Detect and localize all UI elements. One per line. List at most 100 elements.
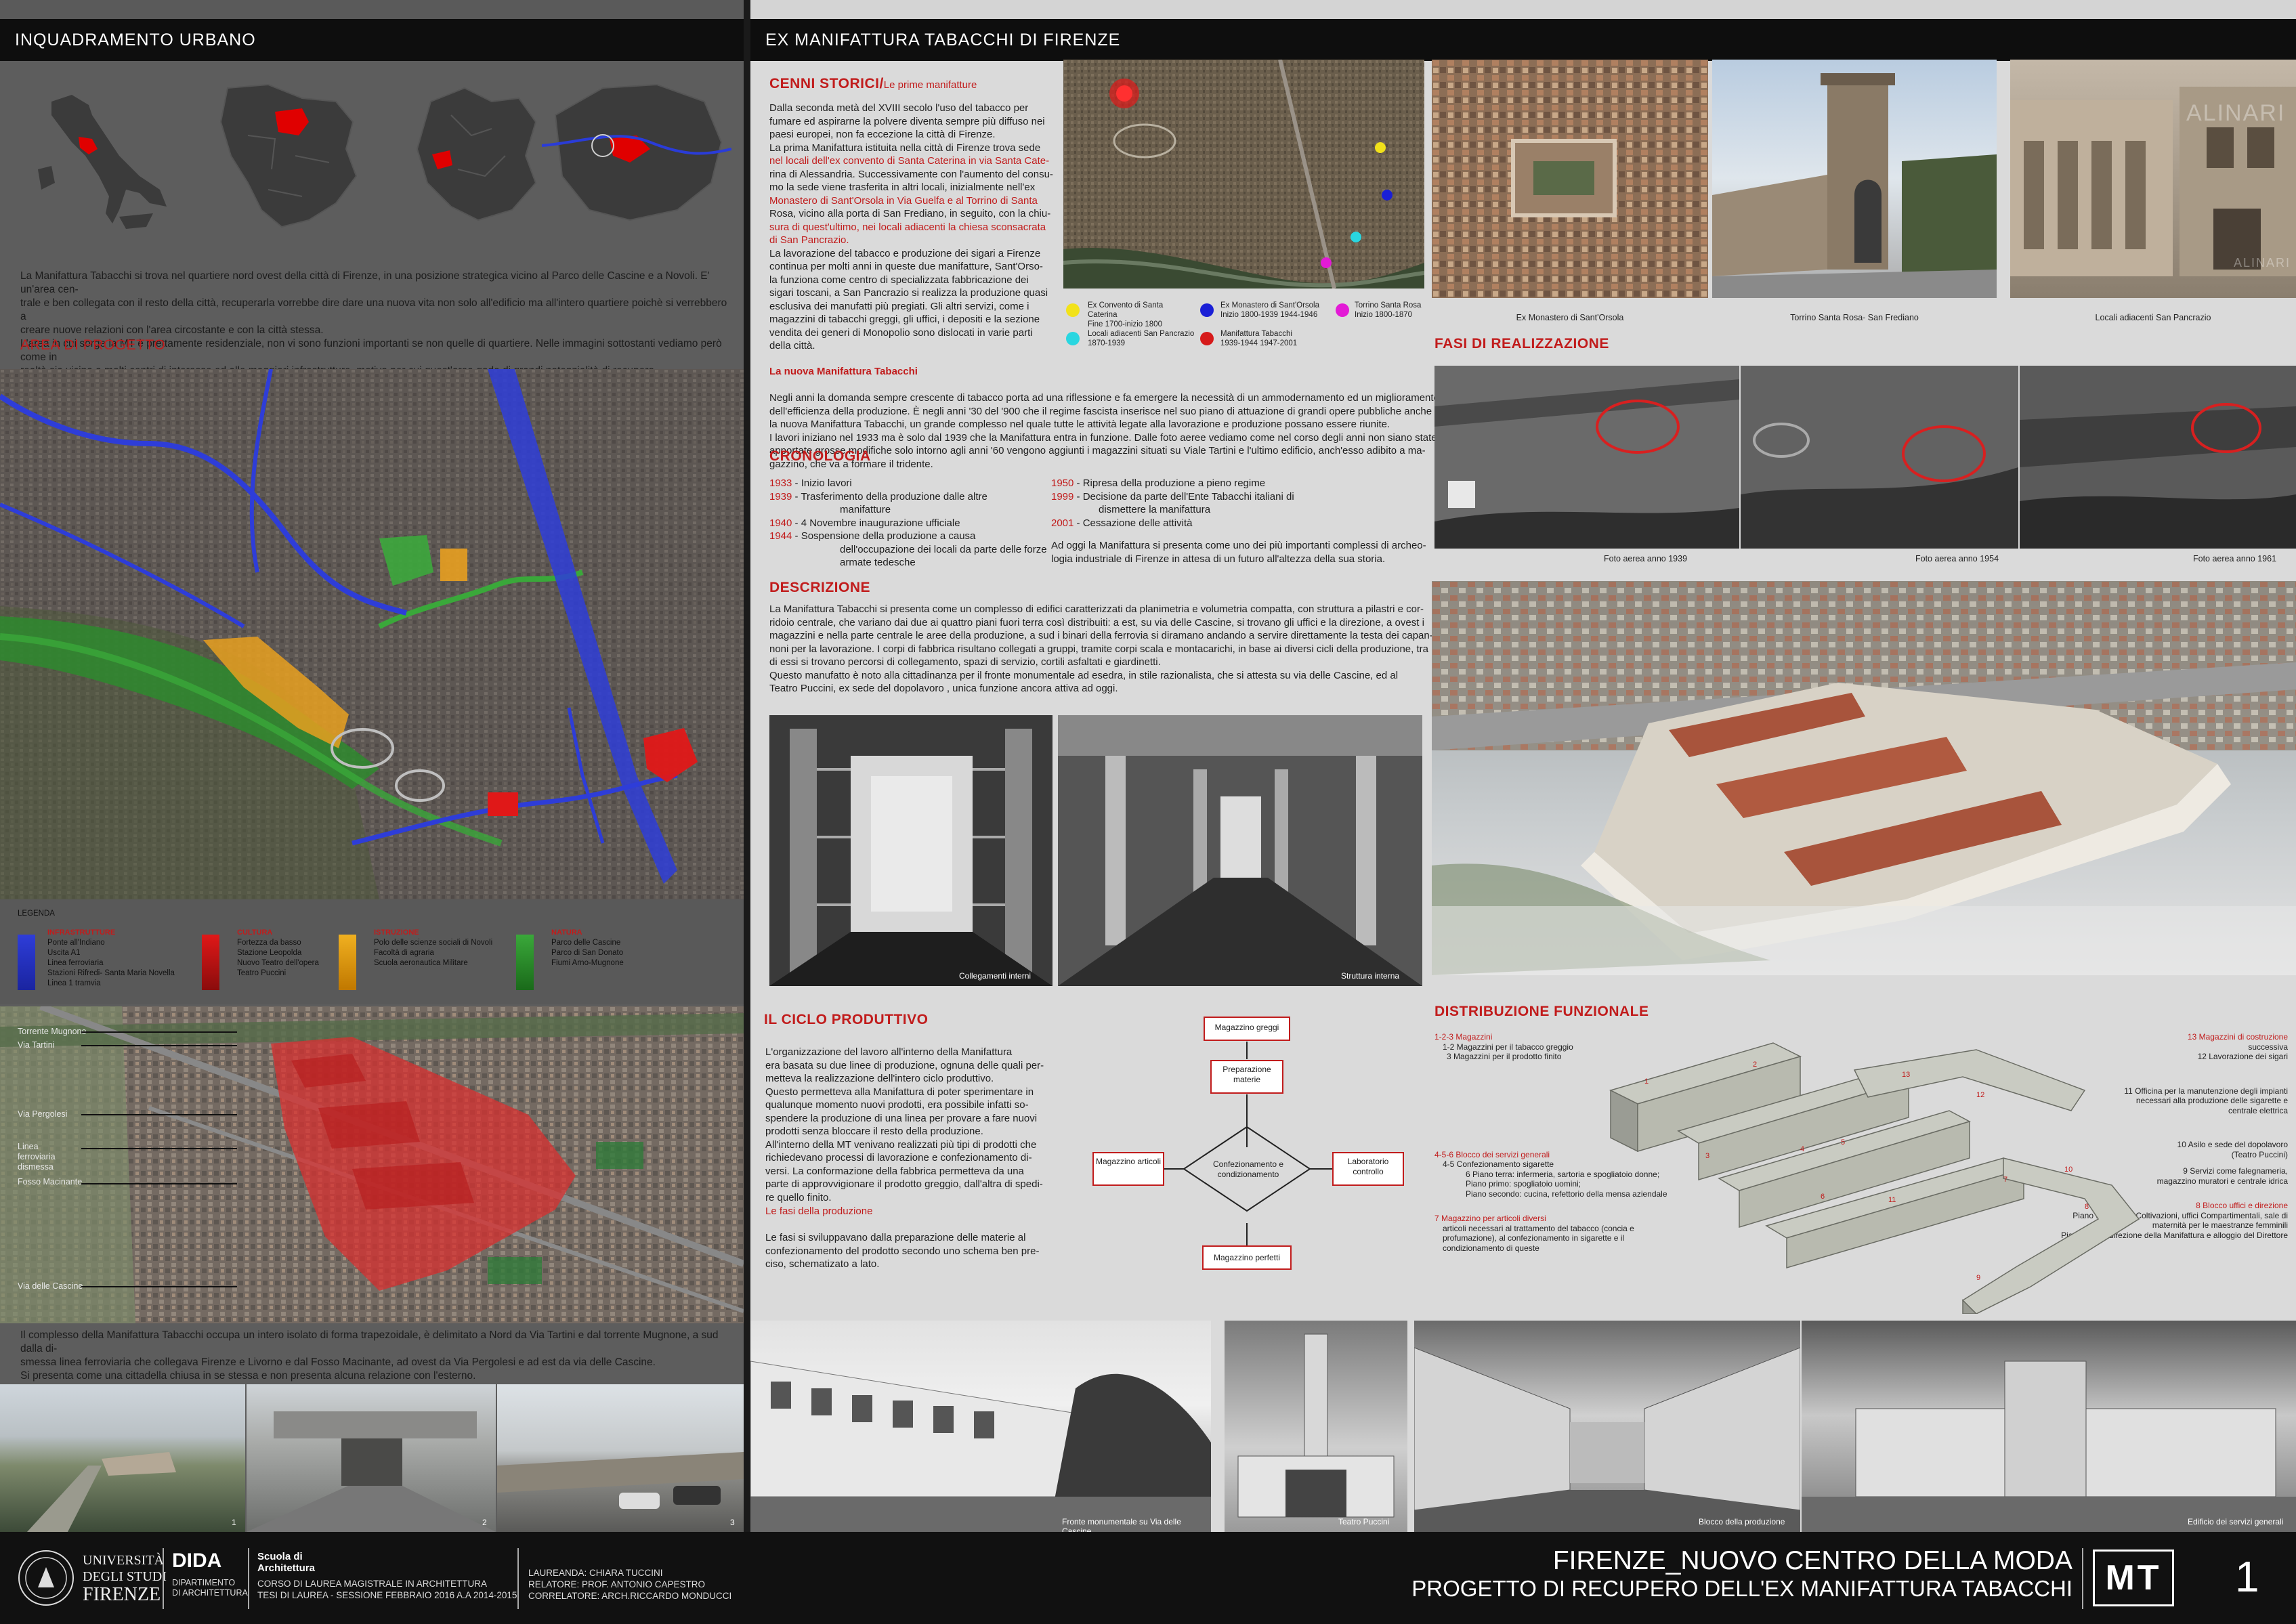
legend-dot-torrino [1336,303,1349,317]
photo-collegamenti-interni: Collegamenti interni [769,715,1053,986]
photo-servizi-generali: Edificio dei servizi generali [1802,1321,2296,1532]
svg-text:12: 12 [1976,1091,1984,1099]
intro-text: La Manifattura Tabacchi si trova nel qua… [20,270,727,377]
caption-sant-orsola: Ex Monastero di Sant'Orsola [1516,313,1624,322]
legend-santa-caterina: Ex Convento di Santa Caterina Fine 1700-i… [1088,301,1164,328]
legend-education: ISTRUZIONE Polo delle scienze sociali di… [374,928,493,967]
history-map-markers [1321,142,1393,268]
legend-dot-sant-orsola [1200,303,1214,317]
production-flow-diagram [1092,1017,1404,1270]
svg-text:11: 11 [1888,1196,1896,1204]
legend-dot-san-pancrazio [1066,332,1080,345]
legend-culture-swatch [202,935,219,990]
history-map-legend: Ex Convento di Santa Caterina Fine 1700-i… [1063,298,1424,366]
caption-struttura: Struttura interna [1341,971,1400,981]
svg-text:1: 1 [1644,1077,1649,1086]
legend-infra: INFRASTRUTTURE Ponte all'Indiano Uscita … [47,928,175,987]
svg-text:7: 7 [2003,1176,2007,1184]
legend-manifattura: Manifattura Tabacchi 1939-1944 1947-2001 [1220,330,1298,347]
svg-text:1: 1 [232,1518,236,1527]
watermark: ALINARI [2186,100,2286,126]
photo-fronte-monumentale: Fronte monumentale su Via delle Cascine [750,1321,1211,1532]
footer-divider-1 [163,1548,164,1609]
photo-blocco-produzione: Blocco della produzione [1414,1321,1800,1532]
svg-text:9: 9 [1976,1274,1980,1282]
dida-subtitle: DIPARTIMENTO DI ARCHITETTURA [172,1578,248,1598]
svg-text:2: 2 [482,1518,487,1527]
crono-right: 1950 - Ripresa della produzione a pieno … [1051,477,1294,529]
panel-separator [744,0,750,1532]
desc-title: DESCRIZIONE [769,580,871,595]
photo-sant-orsola-aerial [1432,60,1708,298]
university-name: UNIVERSITÀ DEGLI STUDI FIRENZE [83,1553,167,1605]
svg-text:13: 13 [1902,1071,1910,1079]
legend-education-swatch [339,935,356,990]
svg-text:4: 4 [1800,1145,1804,1153]
footer: UNIVERSITÀ DEGLI STUDI FIRENZE DIDA DIPA… [0,1532,2296,1624]
caption-fronte: Fronte monumentale su Via delle Cascine [1062,1517,1181,1532]
fasi-produzione-text: Le fasi si sviluppavano dalla preparazio… [765,1232,1040,1270]
site-aerial-detail: Torrente Mugnone Via Tartini Via Pergole… [0,1006,744,1323]
svg-text:5: 5 [1841,1138,1845,1147]
course-info: CORSO DI LAUREA MAGISTRALE IN ARCHITETTU… [257,1579,517,1600]
province-map [416,87,537,221]
legend-dot-manifattura [1200,332,1214,345]
legend-nature-swatch [516,935,534,990]
flow-label-perfetti: Magazzino perfetti [1213,1253,1281,1262]
label-via-pergolesi: Via Pergolesi [18,1109,68,1119]
legend-title: LEGENDA [18,910,55,918]
site-photo-bridge: 2 [247,1384,496,1532]
fasi-title: FASI DI REALIZZAZIONE [1434,336,1609,351]
svg-text:2: 2 [1753,1061,1757,1069]
crono-left: 1933 - Inizio lavori 1939 - Trasferiment… [769,477,1047,568]
legend: LEGENDA INFRASTRUTTURE Ponte all'Indiano… [0,899,744,1004]
legend-culture: CULTURA Fortezza da basso Stazione Leopo… [237,928,319,977]
urban-framework-header: INQUADRAMENTO URBANO [0,19,744,61]
aerial-1961 [2020,366,2296,549]
page-number: 1 [2235,1552,2259,1601]
credits: LAUREANDA: CHIARA TUCCINI RELATORE: PROF… [528,1568,732,1601]
svg-text:6: 6 [1821,1193,1825,1201]
label-linea-ferroviaria: Linea ferroviaria dismessa [18,1142,56,1172]
ex-manifattura-header: EX MANIFATTURA TABACCHI DI FIRENZE [750,19,2296,61]
svg-text:3: 3 [1705,1152,1709,1160]
italy-map [38,95,167,229]
flow-label-preparazione: Preparazione materie [1223,1065,1271,1084]
site-photo-canal: 1 [0,1384,245,1532]
svg-text:3: 3 [730,1518,735,1527]
legend-dot-santa-caterina [1066,303,1080,317]
label-via-tartini: Via Tartini [18,1040,55,1050]
thesis-subtitle: PROGETTO DI RECUPERO DELL'EX MANIFATTURA… [1411,1576,2072,1601]
aerial-perspective-main [1432,581,2296,975]
nuova-title: La nuova Manifattura Tabacchi [769,366,918,377]
svg-text:8: 8 [2085,1203,2089,1211]
aerial-site-map [0,369,744,899]
watermark-small: ALINARI [2234,256,2291,270]
university-seal-icon [18,1550,74,1606]
right-panel: EX MANIFATTURA TABACCHI DI FIRENZE CENNI… [750,0,2296,1532]
distr-title: DISTRIBUZIONE FUNZIONALE [1434,1004,1649,1019]
caption-collegamenti: Collegamenti interni [959,971,1032,981]
site-photo-street: 3 [497,1384,744,1532]
photo-teatro-puccini: Teatro Puccini [1225,1321,1407,1532]
crono-note: Ad oggi la Manifattura si presenta come … [1051,540,1426,565]
tuscany-map [219,83,358,228]
desc-text: La Manifattura Tabacchi si presenta come… [769,603,1433,694]
fasi-produzione-title: Le fasi della produzione [765,1205,873,1217]
ciclo-title: IL CICLO PRODUTTIVO [764,1012,929,1027]
cenni-subtitle: Le prime manifatture [883,79,977,91]
photo-struttura-interna: Struttura interna [1058,715,1422,986]
caption-1954: Foto aerea anno 1954 [1915,554,1999,563]
flow-label-laboratorio: Laboratorio controllo [1347,1157,1389,1176]
project-area-title: AREA DI PROGETTO [20,337,166,353]
scuola-name: Scuola di Architettura [257,1551,316,1574]
legend-nature: NATURA Parco delle Cascine Parco di San … [551,928,624,967]
cenni-title-row: CENNI STORICI/Le prime manifatture [769,76,977,92]
caption-san-pancrazio: Locali adiacenti San Pancrazio [2095,313,2211,322]
left-panel: INQUADRAMENTO URBANO La Manifattura Taba… [0,0,744,1532]
svg-text:10: 10 [2064,1166,2072,1174]
thesis-title: FIRENZE_NUOVO CENTRO DELLA MODA [1552,1546,2072,1575]
footer-divider-4 [2082,1548,2083,1609]
caption-teatro: Teatro Puccini [1338,1517,1390,1526]
legend-sant-orsola: Ex Monastero di Sant'Orsola Inizio 1800-1… [1220,301,1320,319]
